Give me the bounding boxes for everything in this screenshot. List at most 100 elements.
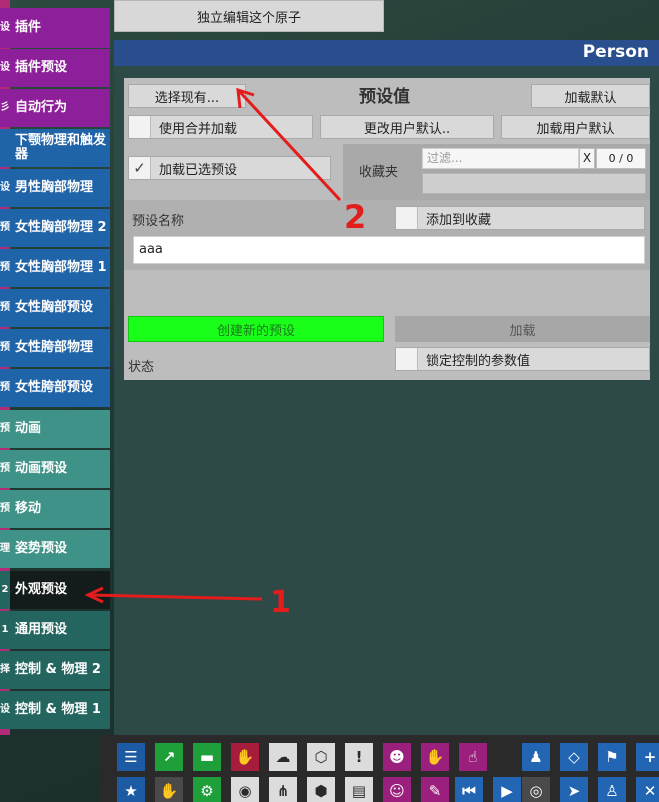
sidebar-item-animation-presets[interactable]: 预动画预设	[0, 450, 110, 488]
tool-icon[interactable]: ✎	[421, 777, 449, 802]
add-to-favorites-label: 添加到收藏	[426, 212, 492, 228]
sidebar-stub: 2	[0, 571, 10, 609]
sidebar-stub: 预	[0, 463, 10, 474]
sidebar-stub: 预	[0, 342, 10, 353]
select-icon[interactable]: ↗	[155, 743, 183, 771]
sidebar-stub: 预	[0, 302, 10, 313]
create-preset-button[interactable]: 创建新的预设	[128, 316, 384, 342]
camera-icon[interactable]: ◉	[231, 777, 259, 802]
add-to-favorites-toggle[interactable]: 添加到收藏	[395, 206, 645, 230]
grab-icon[interactable]: ✋	[421, 743, 449, 771]
preset-name-label: 预设名称	[132, 214, 185, 229]
sidebar-item-female-breast-physics-2[interactable]: 预女性胸部物理 2	[0, 209, 110, 247]
sidebar-item-movement[interactable]: 预移动	[0, 490, 110, 528]
sidebar-stub: 设	[0, 62, 10, 73]
node-icon[interactable]: ⋔	[269, 777, 297, 802]
sidebar-stub: 预	[0, 423, 10, 434]
person-settings-icon[interactable]: ☻	[383, 743, 411, 771]
flag-icon[interactable]: ⚑	[598, 743, 626, 771]
load-button[interactable]: 加载	[395, 316, 650, 342]
filter-clear-button[interactable]: X	[579, 148, 595, 169]
sidebar: 设插件 设插件预设 彡自动行为 下颚物理和触发器 设男性胸部物理 预女性胸部物理…	[0, 0, 112, 735]
sidebar-item-plugins[interactable]: 设插件	[0, 8, 110, 48]
favorites-dropdown[interactable]	[422, 173, 646, 194]
sidebar-stub: 设	[0, 182, 10, 193]
sidebar-item-animation[interactable]: 预动画	[0, 410, 110, 448]
unity-icon[interactable]: ◇	[560, 743, 588, 771]
sidebar-stub: 彡	[0, 102, 10, 113]
sidebar-item-female-hip-presets[interactable]: 预女性胯部预设	[0, 369, 110, 407]
sidebar-item-label: 插件	[15, 20, 42, 35]
sidebar-item-label: 女性胯部物理	[15, 340, 94, 355]
people-icon[interactable]: ♙	[598, 777, 626, 802]
play-icon[interactable]: ▶	[493, 777, 521, 802]
sidebar-stub: 预	[0, 262, 10, 273]
sidebar-stub: 设	[0, 704, 10, 715]
sidebar-item-jaw-physics[interactable]: 下颚物理和触发器	[0, 129, 110, 167]
sidebar-item-auto-behavior[interactable]: 彡自动行为	[0, 89, 110, 127]
sidebar-item-plugin-presets[interactable]: 设插件预设	[0, 49, 110, 87]
user-icon[interactable]: ☺	[383, 777, 411, 802]
edit-atom-button[interactable]: 独立编辑这个原子	[114, 0, 384, 32]
load-default-button[interactable]: 加载默认	[531, 84, 650, 108]
sidebar-item-label: 姿势预设	[15, 541, 68, 556]
sidebar-item-control-physics-2[interactable]: 择控制 & 物理 2	[0, 651, 110, 689]
lock-params-toggle[interactable]: 锁定控制的参数值	[395, 347, 650, 371]
lock-params-label: 锁定控制的参数值	[426, 353, 531, 369]
favorites-label: 收藏夹	[359, 165, 399, 180]
person-panel: Person 选择现有... 预设值 加载默认 使用合并加载 更改用户默认.. …	[114, 40, 659, 735]
target-icon[interactable]: ◎	[522, 777, 550, 802]
sidebar-item-control-physics-1[interactable]: 设控制 & 物理 1	[0, 691, 110, 729]
checkbox[interactable]	[396, 207, 418, 229]
sidebar-item-pose-presets[interactable]: 理姿势预设	[0, 530, 110, 568]
plus-icon[interactable]: +	[636, 743, 659, 771]
panel-title: Person	[582, 42, 649, 62]
touch-icon[interactable]: ☝	[459, 743, 487, 771]
box-icon[interactable]: ⬡	[307, 743, 335, 771]
sidebar-stub: 预	[0, 382, 10, 393]
use-merge-load-toggle[interactable]: 使用合并加载	[128, 115, 313, 139]
upload-icon[interactable]: ☁	[269, 743, 297, 771]
folder-icon[interactable]: ▬	[193, 743, 221, 771]
bottom-toolbar: ☰ ↗ ▬ ✋ ☁ ⬡ ! ☻ ✋ ☝ ♟ ◇ ⚑ + ★ ✋ ⚙ ◉ ⋔ ⬢ …	[100, 735, 659, 802]
sidebar-item-label: 女性胯部预设	[15, 380, 94, 395]
load-selected-preset-toggle[interactable]: ✓ 加载已选预设	[128, 156, 331, 180]
sidebar-item-female-breast-physics-1[interactable]: 预女性胸部物理 1	[0, 249, 110, 287]
select-existing-button[interactable]: 选择现有...	[128, 84, 246, 108]
alert-icon[interactable]: !	[345, 743, 373, 771]
load-user-default-button[interactable]: 加载用户默认	[501, 115, 650, 139]
sidebar-item-label: 控制 & 物理 1	[15, 702, 101, 717]
star-icon[interactable]: ★	[117, 777, 145, 802]
change-user-default-button[interactable]: 更改用户默认..	[320, 115, 494, 139]
sidebar-item-male-breast-physics[interactable]: 设男性胸部物理	[0, 169, 110, 207]
sidebar-item-female-breast-presets[interactable]: 预女性胸部预设	[0, 289, 110, 327]
cube-icon[interactable]: ⬢	[307, 777, 335, 802]
sidebar-item-female-hip-physics[interactable]: 预女性胯部物理	[0, 329, 110, 367]
sidebar-item-general-presets[interactable]: 1 通用预设	[0, 611, 110, 649]
settings-icon[interactable]: ⚙	[193, 777, 221, 802]
preset-name-input[interactable]: aaa	[133, 236, 645, 264]
sidebar-stub: 预	[0, 503, 10, 514]
panel-header: Person	[114, 40, 659, 66]
sidebar-item-label: 外观预设	[10, 571, 110, 609]
sidebar-stub	[0, 129, 10, 167]
document-icon[interactable]: ▤	[345, 777, 373, 802]
hand-icon[interactable]: ✋	[231, 743, 259, 771]
pointer-icon[interactable]: ➤	[560, 777, 588, 802]
person-icon[interactable]: ♟	[522, 743, 550, 771]
tools-icon[interactable]: ✕	[636, 777, 659, 802]
hand-icon[interactable]: ✋	[155, 777, 183, 802]
preset-name-area: 预设名称 添加到收藏 aaa	[124, 200, 650, 270]
sidebar-item-label: 移动	[15, 501, 42, 516]
status-label: 状态	[128, 360, 155, 375]
check-icon[interactable]: ✓	[129, 157, 151, 179]
sidebar-item-label: 插件预设	[15, 60, 68, 75]
play-back-icon[interactable]: ⏮	[455, 777, 483, 802]
menu-icon[interactable]: ☰	[117, 743, 145, 771]
sidebar-item-label: 女性胸部物理 2	[15, 220, 107, 235]
sidebar-item-appearance-presets[interactable]: 2 外观预设	[0, 571, 110, 609]
filter-input[interactable]: 过滤...	[422, 148, 579, 169]
checkbox[interactable]	[396, 348, 418, 370]
checkbox[interactable]	[129, 116, 151, 138]
sidebar-stub: 1	[1, 624, 9, 635]
